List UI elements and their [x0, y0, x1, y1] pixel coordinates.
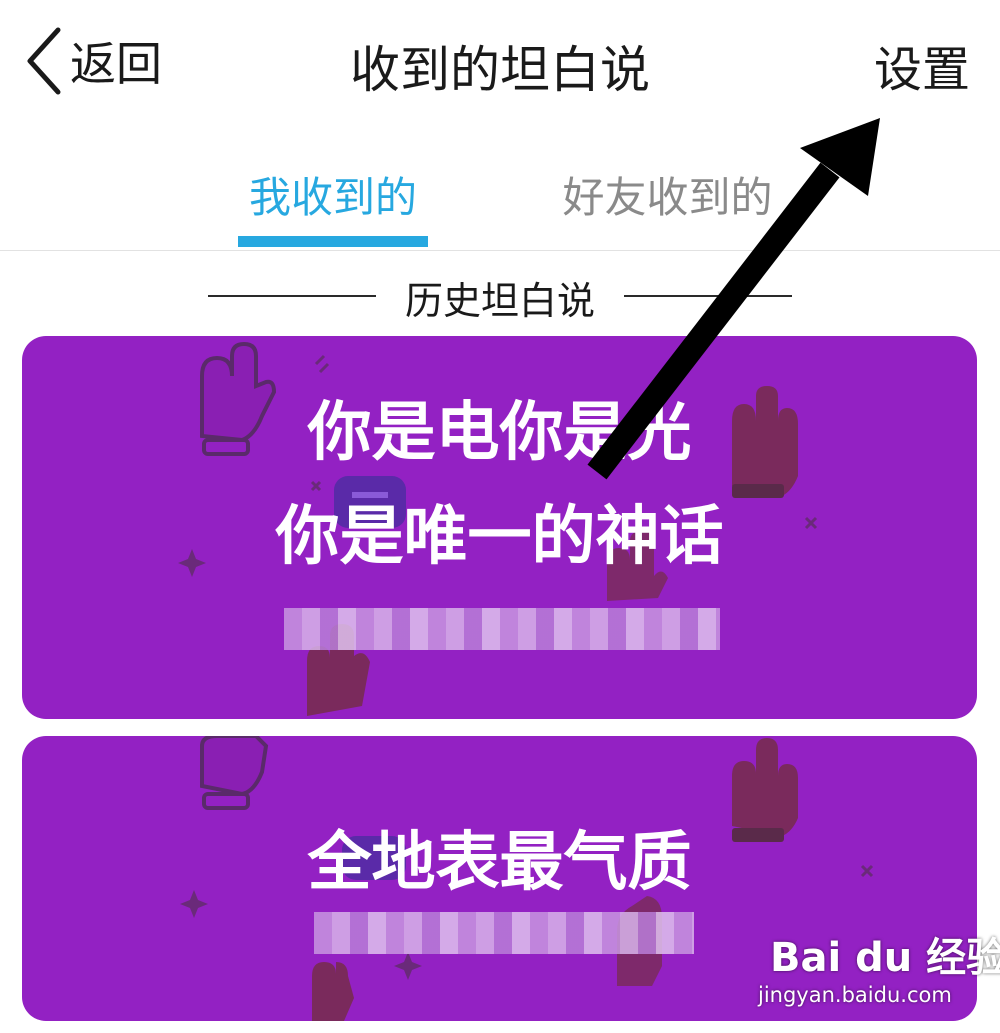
message-line-1: 全地表最气质 [307, 826, 692, 900]
page-title: 收到的坦白说 [350, 41, 650, 99]
baidu-jingyan-watermark: Bai du 经验 jingyan.baidu.com [758, 925, 1000, 1015]
message-line-2: 你是唯一的神话 [275, 500, 724, 574]
section-label: 历史坦白说 [404, 279, 595, 323]
watermark-url: jingyan.baidu.com [758, 983, 952, 1007]
sender-name-blurred [284, 608, 720, 650]
top-bar: 返回 收到的坦白说 设置 [0, 0, 1000, 125]
tab-bar: 我收到的 好友收到的 [0, 150, 1000, 251]
hand-gesture-icon [200, 736, 269, 810]
message-line-1: 你是电你是光 [307, 396, 692, 470]
active-tab-indicator [238, 236, 428, 247]
card-message: 你是电你是光 你是唯一的神话 [22, 381, 977, 589]
card-message: 全地表最气质 [22, 811, 977, 915]
section-header: 历史坦白说 [0, 262, 1000, 326]
confession-card[interactable]: 你是电你是光 你是唯一的神话 [22, 336, 977, 719]
watermark-logo: Bai du 经验 [770, 935, 1000, 981]
divider-right [624, 295, 792, 297]
sender-name-blurred [314, 912, 694, 954]
settings-button[interactable]: 设置 [874, 30, 970, 100]
hand-gesture-icon [312, 962, 354, 1021]
tab-received-by-friends[interactable]: 好友收到的 [560, 164, 775, 225]
tab-received-by-me[interactable]: 我收到的 [238, 164, 428, 225]
